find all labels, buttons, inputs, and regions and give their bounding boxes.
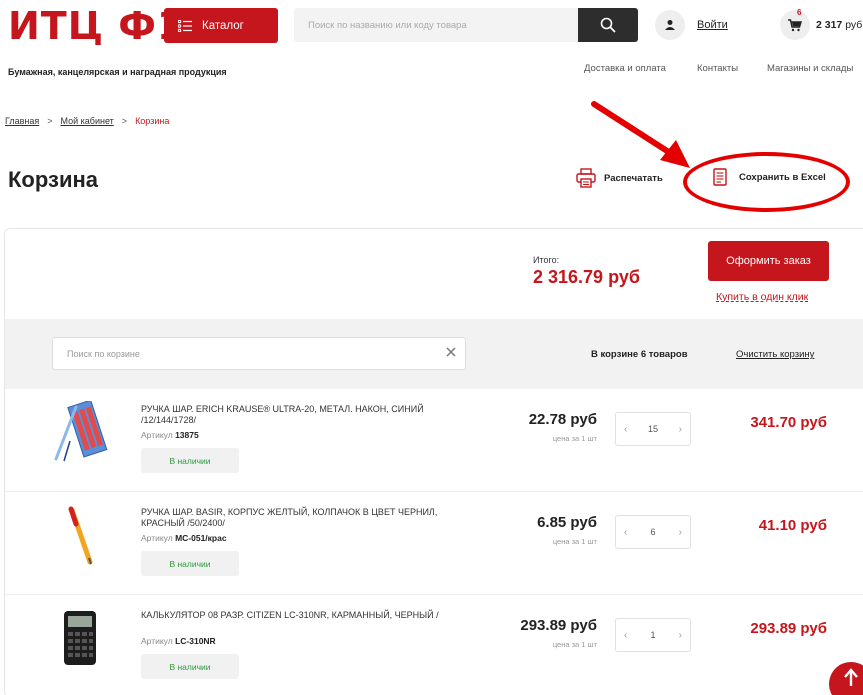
total-value: 2 316.79 руб [533, 267, 640, 287]
login-link[interactable]: Войти [697, 19, 728, 31]
unit-price-note: цена за 1 шт [552, 640, 597, 649]
unit-price-note: цена за 1 шт [552, 434, 597, 443]
clear-search-icon[interactable] [445, 346, 457, 358]
stock-badge: В наличии [141, 551, 239, 576]
cart-total-unit: руб [845, 19, 863, 31]
page-title: Корзина [8, 167, 98, 192]
site-logo[interactable]: ИТЦ Ф1 [8, 4, 184, 48]
sku-value: 13875 [175, 430, 199, 440]
cart-item: РУЧКА ШАР. ERICH KRAUSE® ULTRA-20, МЕТАЛ… [5, 389, 863, 492]
yellow-pen-icon [68, 506, 93, 565]
search-placeholder: Поиск по названию или коду товара [308, 19, 467, 31]
product-image[interactable] [50, 401, 110, 463]
quantity-value[interactable]: 15 [648, 424, 658, 434]
cart-search-input[interactable]: Поиск по корзине [52, 337, 466, 370]
annotation-circle [683, 152, 850, 212]
sku-label: Артикул [141, 430, 173, 440]
cart-filter-bar: Поиск по корзине В корзине 6 товаров Очи… [5, 319, 863, 389]
quantity-stepper[interactable]: ‹ 1 › [615, 618, 691, 652]
product-name[interactable]: РУЧКА ШАР. BASIR, КОРПУС ЖЕЛТЫЙ, КОЛПАЧО… [141, 507, 481, 529]
product-name[interactable]: РУЧКА ШАР. ERICH KRAUSE® ULTRA-20, МЕТАЛ… [141, 404, 481, 426]
line-total: 41.10 руб [758, 517, 827, 534]
print-label: Распечатать [604, 172, 663, 184]
product-sku: Артикул MC-051/крас [141, 533, 227, 543]
unit-price-note: цена за 1 шт [552, 537, 597, 546]
menu-icon [178, 19, 192, 32]
sku-label: Артикул [141, 636, 173, 646]
site-subtitle: Бумажная, канцелярская и наградная проду… [8, 67, 227, 77]
product-sku: Артикул 13875 [141, 430, 199, 440]
decrease-button[interactable]: ‹ [624, 630, 627, 641]
line-total: 341.70 руб [750, 414, 827, 431]
cart-search-placeholder: Поиск по корзине [67, 348, 140, 359]
product-name[interactable]: КАЛЬКУЛЯТОР 08 РАЗР. CITIZEN LC-310NR, К… [141, 610, 481, 621]
quantity-stepper[interactable]: ‹ 6 › [615, 515, 691, 549]
sku-label: Артикул [141, 533, 173, 543]
increase-button[interactable]: › [679, 527, 682, 538]
cart-total[interactable]: 2 317 руб [816, 19, 862, 31]
one-click-buy-link[interactable]: Купить в один клик [716, 291, 808, 303]
cart-button[interactable] [780, 10, 810, 40]
quantity-value[interactable]: 6 [650, 527, 655, 537]
decrease-button[interactable]: ‹ [624, 424, 627, 435]
breadcrumb: Главная > Мой кабинет > Корзина [5, 116, 169, 126]
cart-item: КАЛЬКУЛЯТОР 08 РАЗР. CITIZEN LC-310NR, К… [5, 595, 863, 695]
arrow-up-icon [844, 668, 858, 686]
decrease-button[interactable]: ‹ [624, 527, 627, 538]
search-input[interactable]: Поиск по названию или коду товара [294, 8, 578, 42]
cart-count-badge: 6 [797, 8, 802, 17]
unit-price: 6.85 руб [537, 514, 597, 531]
checkout-button[interactable]: Оформить заказ [708, 241, 829, 281]
sku-value: LC-310NR [175, 636, 216, 646]
product-image[interactable] [50, 504, 110, 566]
catalog-label: Каталог [202, 19, 244, 32]
cart-icon [788, 18, 802, 31]
product-image[interactable] [50, 607, 110, 669]
stock-badge: В наличии [141, 654, 239, 679]
quantity-stepper[interactable]: ‹ 15 › [615, 412, 691, 446]
order-summary: Итого: 2 316.79 руб Оформить заказ Купит… [5, 229, 863, 321]
cart-total-value: 2 317 [816, 19, 843, 31]
increase-button[interactable]: › [679, 424, 682, 435]
user-avatar[interactable] [655, 10, 685, 40]
user-icon [665, 20, 675, 30]
unit-price: 293.89 руб [520, 617, 597, 634]
search-button[interactable] [578, 8, 638, 42]
breadcrumb-current: Корзина [135, 116, 170, 126]
nav-contacts-link[interactable]: Контакты [697, 63, 738, 74]
sku-value: MC-051/крас [175, 533, 227, 543]
total-label: Итого: [533, 255, 560, 265]
catalog-button[interactable]: Каталог [164, 8, 278, 43]
annotation-arrow [591, 101, 690, 168]
cart-panel: Итого: 2 316.79 руб Оформить заказ Купит… [4, 228, 863, 695]
unit-price: 22.78 руб [528, 411, 597, 428]
quantity-value[interactable]: 1 [650, 630, 655, 640]
calculator-icon [64, 611, 96, 665]
breadcrumb-account[interactable]: Мой кабинет [61, 116, 114, 126]
cart-item: РУЧКА ШАР. BASIR, КОРПУС ЖЕЛТЫЙ, КОЛПАЧО… [5, 492, 863, 595]
nav-stores-link[interactable]: Магазины и склады [767, 63, 853, 74]
nav-delivery-link[interactable]: Доставка и оплата [584, 63, 666, 74]
breadcrumb-separator: > [121, 116, 128, 126]
increase-button[interactable]: › [679, 630, 682, 641]
clear-cart-link[interactable]: Очистить корзину [736, 349, 814, 360]
cart-items-count: В корзине 6 товаров [591, 349, 688, 360]
blue-pens-pack-icon [54, 401, 108, 462]
search-icon [600, 17, 616, 33]
stock-badge: В наличии [141, 448, 239, 473]
product-sku: Артикул LC-310NR [141, 636, 216, 646]
breadcrumb-home[interactable]: Главная [5, 116, 39, 126]
line-total: 293.89 руб [750, 620, 827, 637]
breadcrumb-separator: > [47, 116, 53, 126]
